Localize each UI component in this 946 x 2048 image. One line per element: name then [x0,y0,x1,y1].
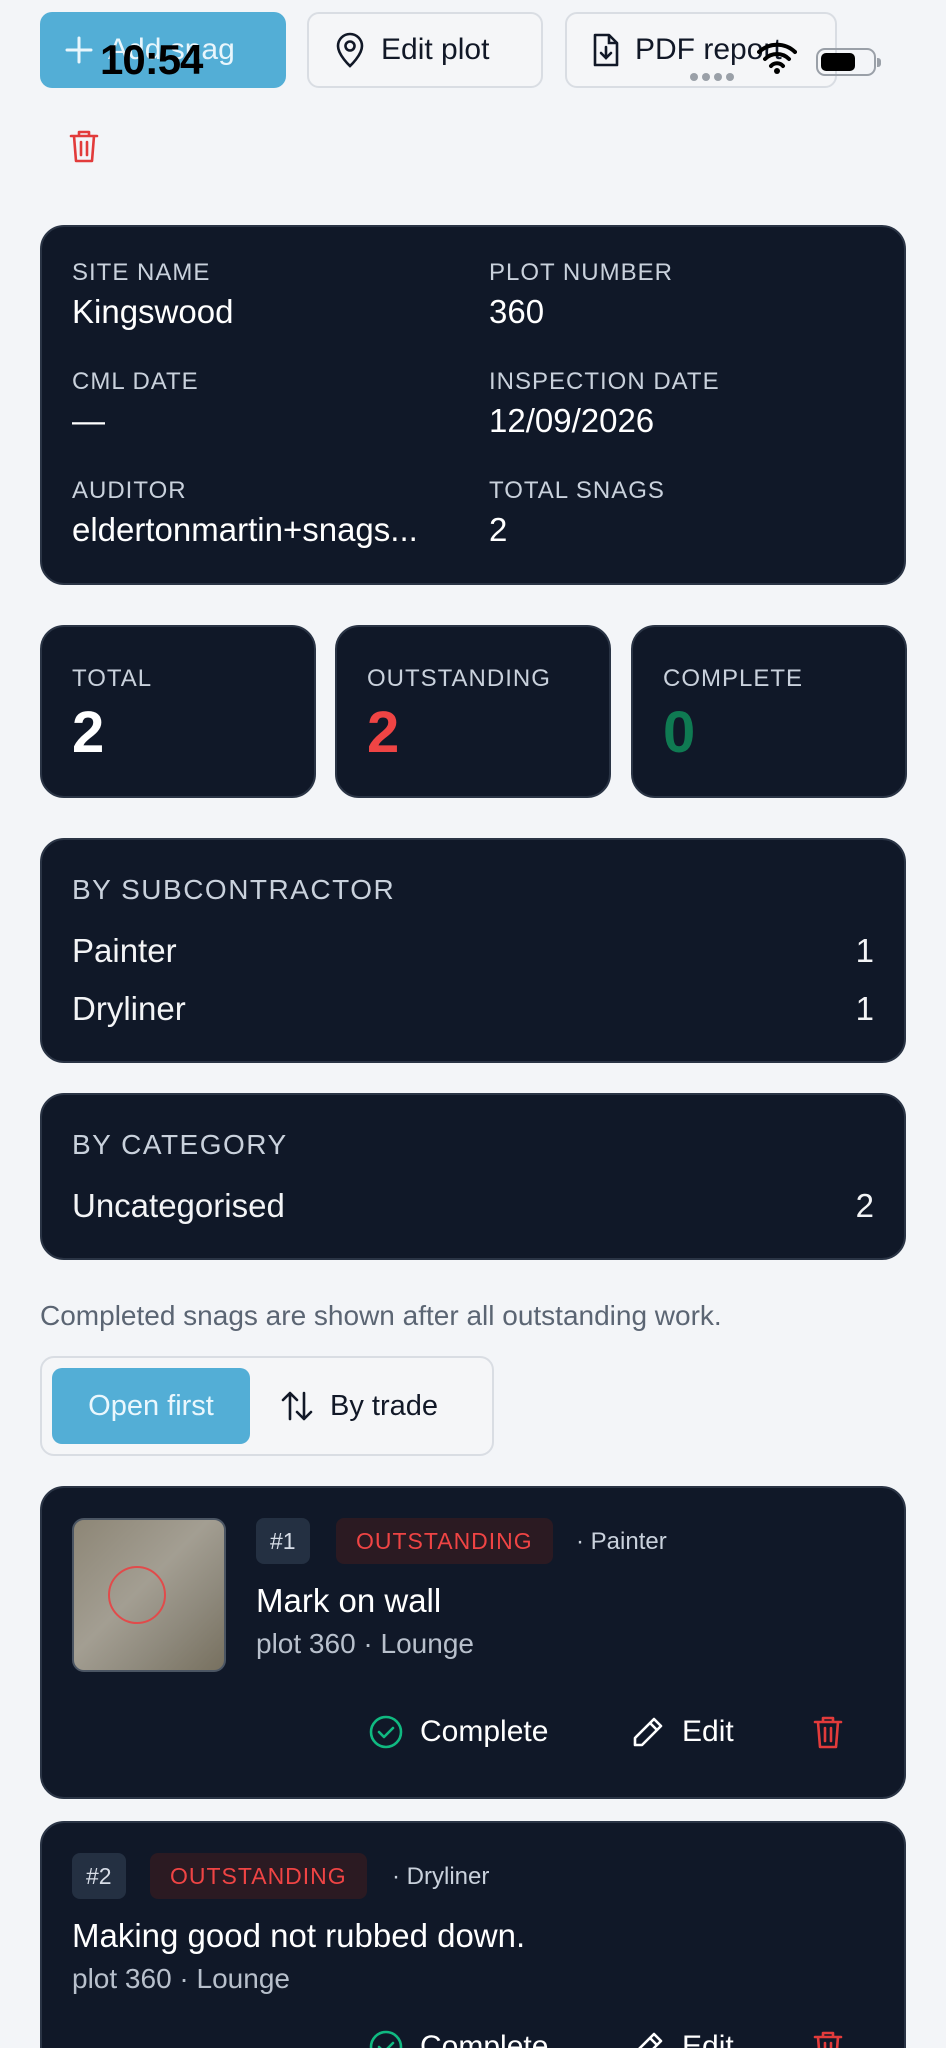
snag-card: #2 OUTSTANDING · Dryliner Making good no… [40,1821,906,2048]
sort-open-first-label: Open first [88,1389,214,1422]
auditor-field: AUDITOR eldertonmartin+snags... [72,477,462,549]
section-title: BY SUBCONTRACTOR [72,874,396,905]
stat-value: 2 [72,700,105,765]
list-item: Dryliner 1 [72,990,874,1028]
plot-number-field: PLOT NUMBER 360 [489,259,879,331]
wifi-icon [757,40,797,79]
subcontractor-name: Painter [72,932,177,969]
total-snags-value: 2 [489,511,508,548]
sort-open-first-button[interactable]: Open first [52,1368,250,1444]
status-badge: OUTSTANDING [336,1518,553,1564]
stat-value: 0 [663,700,696,765]
edit-label: Edit [682,1715,734,1748]
stat-label: TOTAL [72,665,153,692]
snag-trade: · Painter [576,1528,667,1555]
inspection-date-label: INSPECTION DATE [489,368,720,395]
stat-label: COMPLETE [663,665,804,692]
trash-icon [813,1716,843,1749]
snag-card: #1 OUTSTANDING · Painter Mark on wall pl… [40,1486,906,1799]
file-download-icon [593,33,619,67]
auditor-label: AUDITOR [72,477,187,504]
sort-by-trade-label: By trade [330,1389,438,1422]
by-subcontractor-card: BY SUBCONTRACTOR Painter 1 Dryliner 1 [40,838,906,1063]
sort-by-trade-button[interactable]: By trade [280,1368,438,1444]
snag-subtitle: plot 360 · Lounge [256,1628,474,1659]
stat-card-complete: COMPLETE 0 [631,625,907,798]
plot-number-value: 360 [489,293,545,330]
sort-arrows-icon [281,1391,313,1421]
signal-icon [690,68,738,81]
sort-toggle: Open first By trade [40,1356,494,1456]
inspection-date-value: 12/09/2026 [489,402,655,439]
snag-number-badge: #1 [256,1518,310,1564]
category-name: Uncategorised [72,1187,285,1224]
pencil-icon [633,1717,663,1747]
complete-button[interactable]: Complete [368,1714,548,1750]
edit-button[interactable]: Edit [630,1714,734,1750]
trash-icon [69,130,99,163]
subcontractor-count: 1 [855,990,874,1027]
snag-photo-thumbnail[interactable] [72,1518,226,1672]
edit-label: Edit [682,2030,734,2048]
by-category-card: BY CATEGORY Uncategorised 2 [40,1093,906,1260]
snag-subtitle: plot 360 · Lounge [72,1963,290,1994]
plus-icon [65,36,93,64]
site-name-label: SITE NAME [72,259,211,286]
pencil-icon [638,2032,663,2048]
edit-button[interactable]: Edit [630,2029,734,2048]
total-snags-label: TOTAL SNAGS [489,477,665,504]
map-pin-icon [336,32,364,68]
site-name-value: Kingswood [72,293,234,330]
stat-card-outstanding: OUTSTANDING 2 [335,625,611,798]
auditor-value: eldertonmartin+snags... [72,511,418,548]
subcontractor-count: 1 [855,932,874,969]
complete-label: Complete [420,1715,549,1748]
plot-number-label: PLOT NUMBER [489,259,673,286]
edit-plot-label: Edit plot [381,33,490,66]
complete-button[interactable]: Complete [368,2029,548,2048]
delete-snag-button[interactable] [812,2029,844,2048]
sort-note: Completed snags are shown after all outs… [40,1300,722,1331]
snag-title: Mark on wall [256,1582,442,1619]
total-snags-field: TOTAL SNAGS 2 [489,477,879,549]
check-circle-icon [369,2030,403,2048]
list-item: Painter 1 [72,932,874,970]
plot-info-card: SITE NAME Kingswood PLOT NUMBER 360 CML … [40,225,906,585]
inspection-date-field: INSPECTION DATE 12/09/2026 [489,368,879,440]
snag-number-badge: #2 [72,1853,126,1899]
cml-date-value: — [72,402,105,439]
snag-title: Making good not rubbed down. [72,1917,526,1954]
cml-date-label: CML DATE [72,368,199,395]
edit-plot-button[interactable]: Edit plot [307,12,543,88]
delete-plot-button[interactable] [68,128,100,169]
complete-label: Complete [420,2030,549,2048]
site-name-field: SITE NAME Kingswood [72,259,462,331]
subcontractor-name: Dryliner [72,990,186,1027]
delete-snag-button[interactable] [812,1714,844,1750]
check-circle-icon [369,1715,403,1749]
stat-value: 2 [367,700,400,765]
list-item: Uncategorised 2 [72,1187,874,1225]
stat-card-total: TOTAL 2 [40,625,316,798]
status-badge: OUTSTANDING [150,1853,367,1899]
trash-icon [813,2031,843,2048]
cml-date-field: CML DATE — [72,368,462,440]
section-title: BY CATEGORY [72,1129,288,1160]
snag-trade: · Dryliner [392,1863,490,1890]
category-count: 2 [855,1187,874,1224]
status-time: 10:54 [100,36,203,83]
battery-icon [816,48,881,76]
stat-label: OUTSTANDING [367,665,551,692]
